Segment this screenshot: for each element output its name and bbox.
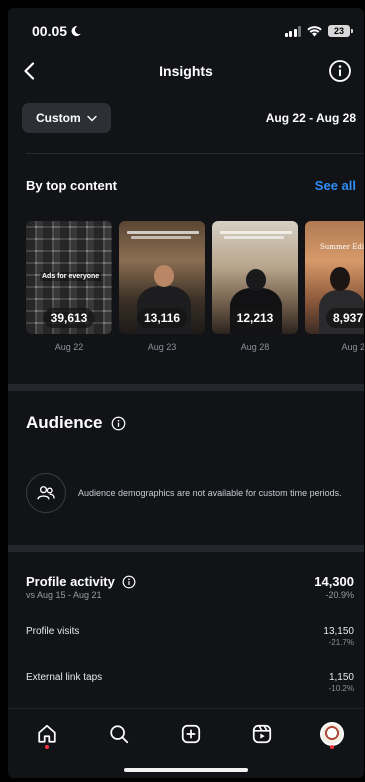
metric-change: -10.2% — [328, 684, 354, 693]
thumbnail-caption: Ads for everyone — [40, 272, 102, 281]
chevron-left-icon — [24, 62, 35, 80]
status-bar: 00.05 23 — [8, 8, 364, 54]
avatar — [320, 722, 344, 746]
profile-activity-left: Profile activity vs Aug 15 - Aug 21 — [26, 574, 136, 600]
chevron-down-icon — [86, 115, 97, 121]
section-title: By top content — [26, 178, 117, 193]
period-dropdown[interactable]: Custom — [22, 103, 111, 133]
plus-square-icon — [181, 724, 201, 744]
metric-value: 13,150 — [323, 626, 354, 637]
content-item[interactable]: 12,213 Aug 28 — [212, 221, 298, 352]
content-thumbnail[interactable]: Ads for everyone 39,613 — [26, 221, 112, 334]
filter-row: Custom Aug 22 - Aug 28 — [22, 102, 356, 134]
audience-notice: Audience demographics are not available … — [26, 473, 350, 513]
profile-activity-title: Profile activity — [26, 574, 115, 589]
people-icon — [37, 486, 55, 500]
cellular-signal-icon — [284, 25, 301, 37]
date-range: Aug 22 - Aug 28 — [265, 111, 356, 125]
battery-level: 23 — [333, 26, 344, 36]
audience-title: Audience — [26, 413, 103, 432]
time-text: 00.05 — [32, 23, 68, 39]
see-all-link[interactable]: See all — [315, 178, 356, 193]
top-content-carousel[interactable]: Ads for everyone 39,613 Aug 22 13,116 Au… — [26, 221, 364, 352]
view-count: 13,116 — [136, 308, 188, 328]
status-icons: 23 — [284, 25, 353, 37]
info-icon[interactable] — [122, 575, 136, 589]
tab-home[interactable] — [34, 721, 60, 747]
metric-change: -21.7% — [328, 638, 354, 647]
wifi-icon — [307, 25, 322, 36]
content-thumbnail[interactable]: Summer Edition 8,937 — [305, 221, 364, 334]
metric-row-external-link-taps[interactable]: External link taps 1,150 -10.2% — [26, 672, 354, 693]
content-item[interactable]: Ads for everyone 39,613 Aug 22 — [26, 221, 112, 352]
thumbnail-text-line — [224, 236, 284, 239]
battery-icon: 23 — [328, 25, 353, 37]
moon-icon — [71, 26, 81, 37]
audience-message: Audience demographics are not available … — [78, 488, 342, 498]
insights-screen: 00.05 23 Insights Custom Aug 22 - Aug 28… — [8, 8, 364, 778]
person-head — [330, 267, 350, 291]
info-button[interactable] — [328, 59, 352, 83]
bottom-tab-bar — [8, 708, 364, 778]
profile-activity-title-row: Profile activity — [26, 574, 136, 589]
notification-dot — [45, 745, 49, 749]
thumbnail-text-line — [127, 231, 199, 234]
period-label: Custom — [36, 111, 81, 125]
content-date: Aug 22 — [54, 342, 84, 352]
reels-icon — [252, 724, 272, 744]
tab-create[interactable] — [178, 721, 204, 747]
audience-icon-badge — [26, 473, 66, 513]
top-content-header: By top content See all — [26, 178, 356, 193]
info-icon — [329, 60, 351, 82]
tab-reels[interactable] — [249, 721, 275, 747]
tab-search[interactable] — [106, 721, 132, 747]
search-icon — [110, 725, 129, 744]
info-icon[interactable] — [111, 416, 126, 431]
thumbnail-caption: Summer Edition — [320, 243, 364, 251]
content-thumbnail[interactable]: 13,116 — [119, 221, 205, 334]
section-divider — [8, 384, 364, 391]
page-title: Insights — [159, 63, 213, 79]
nav-bar: Insights — [8, 56, 364, 86]
metric-values: 13,150 -21.7% — [323, 626, 354, 647]
view-count: 39,613 — [43, 308, 95, 328]
thumbnail-text-line — [131, 236, 191, 239]
section-divider — [8, 545, 364, 552]
profile-activity-right: 14,300 -20.9% — [314, 574, 354, 600]
audience-header: Audience — [26, 413, 126, 433]
home-icon — [38, 724, 56, 743]
content-date: Aug 23 — [147, 342, 177, 352]
tab-profile[interactable] — [319, 721, 345, 747]
profile-activity-total: 14,300 — [314, 574, 354, 589]
metric-row-profile-visits[interactable]: Profile visits 13,150 -21.7% — [26, 626, 354, 647]
metric-label: External link taps — [26, 672, 103, 683]
person-head — [154, 265, 174, 287]
person-head — [246, 269, 266, 291]
back-button[interactable] — [18, 60, 40, 82]
metric-label: Profile visits — [26, 626, 80, 637]
metric-values: 1,150 -10.2% — [329, 672, 354, 693]
view-count: 12,213 — [229, 308, 281, 328]
home-indicator[interactable] — [124, 768, 248, 772]
divider — [26, 153, 364, 154]
profile-activity-header[interactable]: Profile activity vs Aug 15 - Aug 21 14,3… — [26, 574, 354, 600]
view-count: 8,937 — [325, 308, 364, 328]
thumbnail-text-line — [220, 231, 292, 234]
compare-period: vs Aug 15 - Aug 21 — [26, 590, 102, 600]
content-item[interactable]: Summer Edition 8,937 Aug 25 — [305, 221, 364, 352]
notification-dot — [330, 745, 334, 749]
metric-value: 1,150 — [328, 672, 354, 683]
content-item[interactable]: 13,116 Aug 23 — [119, 221, 205, 352]
status-time: 00.05 — [32, 23, 82, 39]
content-date: Aug 25 — [341, 342, 364, 352]
content-date: Aug 28 — [240, 342, 270, 352]
content-thumbnail[interactable]: 12,213 — [212, 221, 298, 334]
profile-activity-change: -20.9% — [325, 590, 354, 600]
